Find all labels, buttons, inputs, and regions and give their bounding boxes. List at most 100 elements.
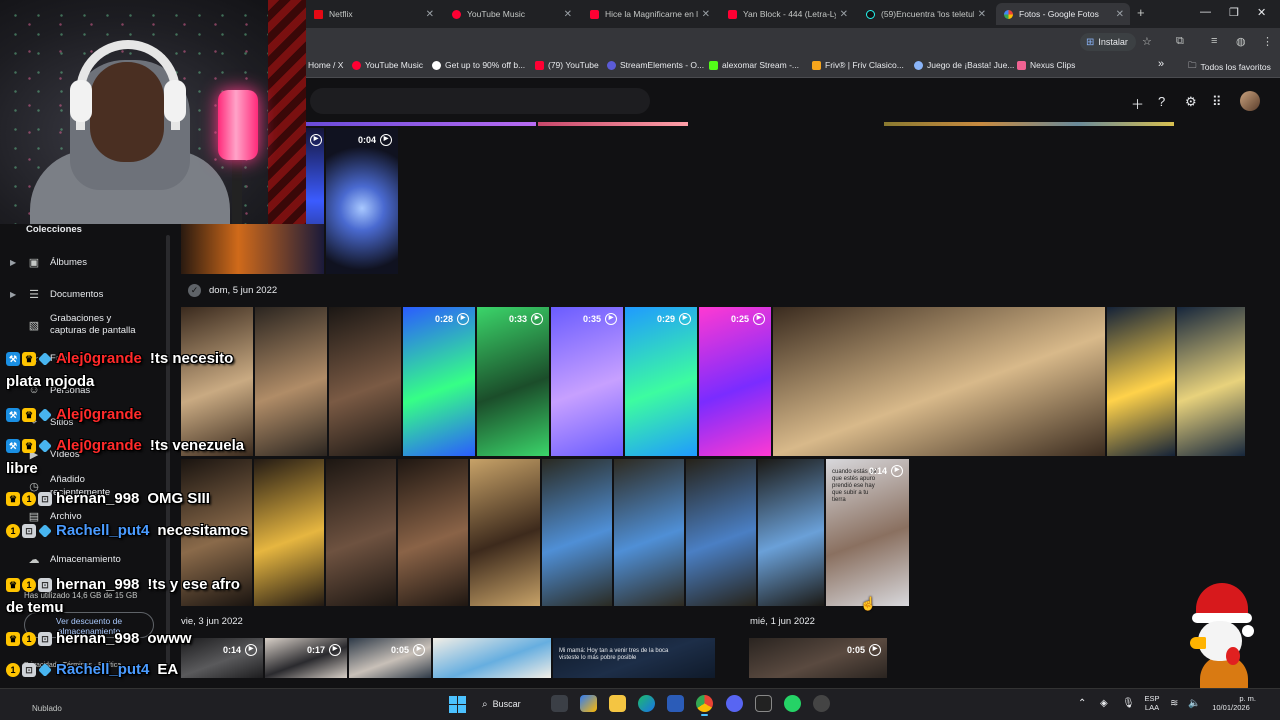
apps-grid-icon[interactable]: ⠿ [1212,94,1222,110]
volume-icon[interactable]: 🔈 [1188,698,1200,709]
create-icon[interactable]: ＋ [1131,94,1144,113]
photo-thumbnail[interactable]: Mi mamá: Hoy tan a venir tres de la boca… [553,638,715,678]
photo-thumbnail[interactable] [255,307,327,456]
discord-icon[interactable] [726,695,743,712]
video-thumbnail[interactable]: 0:04 ▶ [326,128,398,274]
microphone-tray-icon[interactable]: 🎙 [1122,698,1135,709]
file-explorer-icon[interactable] [609,695,626,712]
video-thumbnail[interactable]: 0:05 ▶ [749,638,887,678]
taskbar-search[interactable]: ⌕ Buscar [482,694,521,714]
media-controls-icon[interactable]: ≡ [1211,35,1217,47]
install-app-button[interactable]: ⊞ Instalar [1080,33,1136,51]
new-tab-button[interactable]: + [1137,5,1145,20]
close-icon[interactable]: ✕ [564,9,572,20]
photo-thumbnail[interactable] [181,224,324,274]
bookmark-item[interactable]: Home / X [308,60,343,70]
edge-browser-icon[interactable] [638,695,655,712]
task-view-icon[interactable] [551,695,568,712]
close-window-icon[interactable]: ✕ [1257,6,1266,19]
close-icon[interactable]: ✕ [978,9,986,20]
video-thumbnail[interactable]: 0:25 ▶ [699,307,771,456]
all-favorites-button[interactable]: 🗀 Todos los favoritos [1188,60,1271,74]
start-button[interactable] [449,696,466,713]
weather-widget[interactable]: Nublado [32,704,62,713]
video-thumbnail[interactable]: 0:05 ▶ [349,638,431,678]
photo-thumbnail[interactable] [433,638,551,678]
sidebar-item[interactable]: ▶ ☰ Documentos [10,288,103,301]
photo-thumbnail[interactable] [181,307,253,456]
bookmark-item[interactable]: YouTube Music [352,60,423,70]
profile-icon[interactable]: ◍ [1236,35,1246,48]
bookmark-item[interactable]: Nexus Clips [1017,60,1075,70]
obs-app-icon[interactable] [755,695,772,712]
minimize-icon[interactable]: — [1200,6,1211,18]
network-tray-icon[interactable]: ◈ [1100,698,1108,709]
photos-search-bar[interactable] [310,88,650,114]
photo-thumbnail[interactable] [470,459,540,606]
date-section-header[interactable]: mié, 1 jun 2022 [750,616,815,627]
photo-thumbnail[interactable] [398,459,468,606]
menu-icon[interactable]: ⋮ [1262,35,1273,48]
close-icon[interactable]: ✕ [1116,9,1124,20]
photo-thumbnail[interactable] [1107,307,1175,456]
maximize-icon[interactable]: ❐ [1229,6,1239,19]
widgets-app-icon[interactable] [580,695,597,712]
clock[interactable]: p. m. 10/01/2026 [1206,694,1256,712]
bookmarks-overflow-button[interactable]: » [1158,58,1164,70]
tab-netflix[interactable]: Netflix ✕ [306,3,440,25]
chevron-right-icon[interactable]: ▶ [10,258,18,267]
tab-youtube-video-1[interactable]: Hice la Magnificarne en la ✕ [582,3,716,25]
photo-thumbnail[interactable] [254,459,324,606]
photo-thumbnail[interactable] [686,459,756,606]
photo-thumbnail[interactable] [773,307,1105,456]
photo-thumbnail[interactable] [326,459,396,606]
close-icon[interactable]: ✕ [840,9,848,20]
bookmark-item[interactable]: Friv® | Friv Clasico... [812,60,904,70]
close-icon[interactable]: ✕ [702,9,710,20]
photo-thumbnail[interactable] [614,459,684,606]
chevron-up-icon[interactable]: ⌃ [1078,698,1086,709]
bookmark-item[interactable]: alexomar Stream -... [709,60,799,70]
close-icon[interactable]: ✕ [426,9,434,20]
account-avatar[interactable] [1240,91,1260,111]
chat-username: Alej0grande [56,437,142,454]
chat-badge-crown-icon: ♛ [22,438,36,453]
tab-tiktok[interactable]: (59)Encuentra 'los teletub ✕ [858,3,992,25]
bookmark-item[interactable]: StreamElements - O... [607,60,704,70]
sidebar-item[interactable]: ☁ Almacenamiento [10,553,121,566]
keyboard-language[interactable]: ESP LAA [1140,694,1164,712]
video-thumbnail[interactable]: cuando estás pa' que estés apuro prendió… [826,459,909,606]
app-launcher-icon[interactable] [813,695,830,712]
whatsapp-icon[interactable] [784,695,801,712]
chat-badge-ctrl-icon: ⊡ [22,523,36,538]
sidebar-item[interactable]: ▧ Grabaciones y capturas de pantalla [10,313,146,337]
help-icon[interactable]: ? [1158,94,1165,109]
video-thumbnail[interactable]: 0:14 ▶ [181,638,263,678]
tab-google-photos[interactable]: Fotos - Google Fotos ✕ [996,3,1130,25]
microsoft-store-icon[interactable] [667,695,684,712]
date-section-header[interactable]: ✓ dom, 5 jun 2022 [188,284,277,297]
chevron-right-icon[interactable]: ▶ [10,290,18,299]
photo-thumbnail[interactable] [1177,307,1245,456]
video-thumbnail[interactable]: 0:29 ▶ [625,307,697,456]
photo-thumbnail[interactable] [329,307,401,456]
video-thumbnail[interactable]: 0:35 ▶ [551,307,623,456]
chrome-browser-icon[interactable] [696,695,713,716]
bookmark-star-icon[interactable]: ☆ [1142,35,1152,48]
photo-thumbnail[interactable] [758,459,824,606]
video-thumbnail[interactable]: 0:33 ▶ [477,307,549,456]
bookmark-item[interactable]: Get up to 90% off b... [432,60,525,70]
tab-youtube-video-2[interactable]: Yan Block - 444 (Letra-Lyr ✕ [720,3,854,25]
sidebar-item[interactable]: ▶ ▣ Álbumes [10,256,87,269]
photo-thumbnail[interactable] [542,459,612,606]
video-thumbnail[interactable]: 0:28 ▶ [403,307,475,456]
extensions-icon[interactable]: ⧉ [1176,35,1184,48]
bookmark-item[interactable]: (79) YouTube [535,60,599,70]
date-section-header[interactable]: vie, 3 jun 2022 [181,616,243,627]
gear-icon[interactable]: ⚙ [1185,94,1197,110]
video-thumbnail[interactable]: 0:17 ▶ [265,638,347,678]
tab-youtube-music[interactable]: YouTube Music ✕ [444,3,578,25]
wifi-icon[interactable]: ≋ [1170,698,1178,709]
bookmark-item[interactable]: Juego de ¡Basta! Jue... [914,60,1014,70]
select-check-icon[interactable]: ✓ [188,284,201,297]
